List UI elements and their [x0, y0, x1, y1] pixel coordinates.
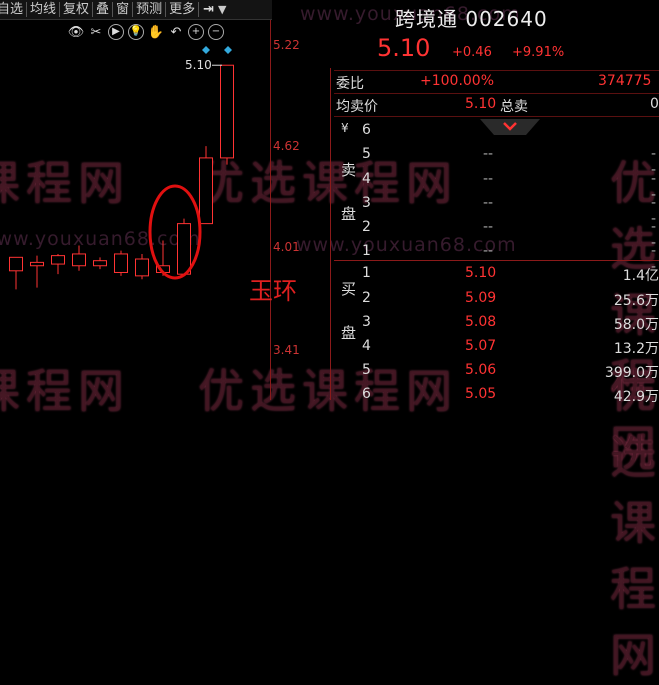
candle-body — [93, 260, 107, 267]
candle-body — [199, 157, 213, 225]
row-divider — [334, 116, 659, 117]
buy-level-number: 4 — [362, 338, 371, 354]
buy-level-number: 3 — [362, 314, 371, 330]
sell-level-price: -- — [483, 195, 494, 211]
y-tick-label: 4.62 — [273, 139, 300, 153]
buy-level-volume: 25.6万 — [613, 293, 659, 309]
candle-body — [30, 261, 44, 267]
candle-body — [9, 256, 23, 272]
sell-level-price: -- — [483, 243, 494, 259]
buy-level-price: 5.08 — [465, 314, 497, 330]
sell-level-number: 2 — [362, 219, 371, 235]
y-tick-label: 4.01 — [273, 240, 300, 254]
weibi-pct: +100.00% — [420, 73, 495, 89]
candle-body — [177, 223, 191, 275]
buy-level-price: 5.06 — [465, 362, 497, 378]
sell-level-price: -- — [483, 171, 494, 187]
buy-level-price: 5.09 — [465, 290, 497, 306]
buy-level-number: 5 — [362, 362, 371, 378]
buy-level-number: 1 — [362, 265, 371, 281]
candle-body — [220, 64, 234, 159]
buy-level-price: 5.10 — [465, 265, 497, 281]
total-sell-label: 总卖 — [500, 99, 528, 115]
buy-level-volume: 58.0万 — [613, 317, 659, 333]
sell-level-number: 4 — [362, 171, 371, 187]
candle-body — [51, 255, 65, 265]
stock-title: 跨境通 002640 — [395, 7, 548, 31]
buy-level-volume: 399.0万 — [604, 365, 659, 381]
buy-level-price: 5.07 — [465, 338, 497, 354]
price-change: +0.46 — [452, 45, 492, 60]
candle-body — [114, 253, 128, 273]
weibi-label: 委比 — [336, 76, 364, 92]
sell-level-number: 3 — [362, 195, 371, 211]
row-divider — [334, 93, 659, 94]
chevron-down-icon[interactable] — [480, 119, 540, 135]
chart-annotation: 玉环 — [249, 277, 297, 305]
candle-body — [135, 258, 149, 277]
sell-side-label: 卖 — [341, 161, 357, 179]
buy-level-number: 2 — [362, 290, 371, 306]
buy-side-label: 盘 — [341, 324, 357, 342]
sell-level-number: 5 — [362, 146, 371, 162]
price-change-pct: +9.91% — [512, 45, 565, 60]
y-tick-label: 3.41 — [273, 343, 300, 357]
row-divider — [334, 260, 659, 261]
latest-price-marker: 5.10 — [185, 58, 212, 72]
buy-level-volume: 42.9万 — [613, 389, 659, 405]
weibi-value: 374775 — [598, 73, 652, 89]
row-divider — [334, 70, 659, 71]
event-diamond-icon[interactable] — [224, 46, 232, 54]
event-diamond-icon[interactable] — [202, 46, 210, 54]
avg-sell-value: 5.10 — [465, 96, 497, 112]
price-axis-line — [270, 20, 271, 400]
avg-sell-label: 均卖价 — [336, 99, 378, 115]
sell-level-number: 6 — [362, 122, 371, 138]
buy-side-label: 买 — [341, 280, 357, 298]
buy-level-volume: 13.2万 — [613, 341, 659, 357]
total-sell-value: 0 — [650, 96, 659, 112]
highlight-circle — [148, 184, 202, 280]
last-price: 5.10 — [377, 34, 431, 62]
sell-level-price: -- — [483, 146, 494, 162]
panel-divider — [330, 68, 331, 400]
candle-body — [72, 253, 86, 267]
candlestick-chart[interactable]: 5.10 — [0, 0, 330, 400]
y-tick-label: 5.22 — [273, 38, 300, 52]
sell-side-label: 盘 — [341, 205, 357, 223]
sell-level-price: -- — [483, 219, 494, 235]
buy-level-volume: 1.4亿 — [622, 268, 659, 284]
sell-level-number: 1 — [362, 243, 371, 259]
yen-mark: ¥ — [341, 121, 349, 135]
